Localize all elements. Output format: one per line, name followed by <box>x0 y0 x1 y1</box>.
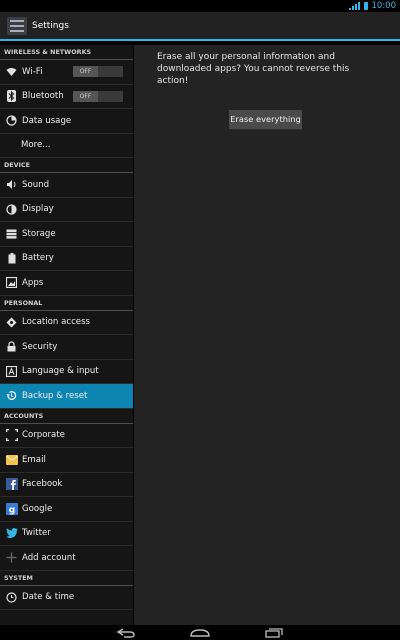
settings-item-bluetooth[interactable]: Bluetooth OFF <box>0 85 133 109</box>
speaker-icon <box>5 178 18 191</box>
settings-item-label: Backup & reset <box>22 390 88 401</box>
clock-icon <box>5 591 18 604</box>
corporate-icon <box>5 429 18 442</box>
data-usage-icon <box>5 114 18 127</box>
settings-item-label: Corporate <box>22 430 65 441</box>
battery-status-icon <box>363 2 368 10</box>
settings-item-apps[interactable]: Apps <box>0 271 133 296</box>
settings-item-label: Security <box>22 341 58 352</box>
settings-item-sound[interactable]: Sound <box>0 173 133 198</box>
battery-icon <box>5 252 18 265</box>
settings-item-label: Twitter <box>22 528 51 539</box>
wifi-icon <box>5 65 18 78</box>
settings-item-label: Display <box>22 204 54 215</box>
recent-apps-icon[interactable] <box>265 627 283 638</box>
settings-item-date-time[interactable]: Date & time <box>0 586 133 610</box>
settings-item-email[interactable]: Email <box>0 448 133 473</box>
clock: 10:00 <box>371 1 397 11</box>
settings-item-label: Date & time <box>22 592 75 603</box>
google-icon: g <box>5 502 18 515</box>
toggle-state-label: OFF <box>73 90 98 102</box>
email-icon <box>5 453 18 466</box>
settings-item-label: Google <box>22 503 53 514</box>
navigation-bar <box>0 625 400 640</box>
settings-item-google[interactable]: g Google <box>0 497 133 522</box>
settings-item-label: Sound <box>22 179 50 190</box>
settings-item-twitter[interactable]: Twitter <box>0 522 133 546</box>
settings-item-backup-reset[interactable]: Backup & reset <box>0 384 133 409</box>
settings-item-label: Apps <box>22 277 44 288</box>
wi-fi-toggle[interactable]: OFF <box>73 66 123 78</box>
home-icon[interactable] <box>190 628 210 638</box>
backup-icon <box>5 389 18 402</box>
settings-item-label: Storage <box>22 228 56 239</box>
section-header: ACCOUNTS <box>0 409 133 424</box>
display-icon <box>5 203 18 216</box>
facebook-icon <box>5 478 18 491</box>
bluetooth-icon <box>5 90 18 103</box>
location-icon <box>5 316 18 329</box>
settings-item-label: More... <box>21 140 51 151</box>
lock-icon <box>5 340 18 353</box>
settings-app-icon[interactable] <box>7 16 27 35</box>
settings-item-label: Location access <box>22 317 91 328</box>
settings-item-label: Data usage <box>22 115 72 126</box>
settings-item-add-account[interactable]: Add account <box>0 546 133 571</box>
bluetooth-toggle[interactable]: OFF <box>73 90 123 102</box>
backup-reset-panel: Erase all your personal information and … <box>134 45 400 625</box>
signal-icon <box>348 2 360 10</box>
back-icon[interactable] <box>117 627 135 638</box>
settings-item-wi-fi[interactable]: Wi-Fi OFF <box>0 60 133 85</box>
settings-item-label: Email <box>22 454 46 465</box>
settings-item-language-input[interactable]: Language & input <box>0 360 133 384</box>
settings-item-facebook[interactable]: Facebook <box>0 473 133 497</box>
settings-item-battery[interactable]: Battery <box>0 247 133 271</box>
settings-item-label: Add account <box>22 552 76 563</box>
settings-item-display[interactable]: Display <box>0 198 133 222</box>
settings-item-label: Language & input <box>22 366 99 377</box>
settings-item-label: Facebook <box>22 479 63 490</box>
section-header: DEVICE <box>0 158 133 173</box>
section-header: PERSONAL <box>0 296 133 311</box>
toggle-state-label: OFF <box>73 66 98 78</box>
section-header: WIRELESS & NETWORKS <box>0 45 133 60</box>
settings-item-location-access[interactable]: Location access <box>0 311 133 335</box>
status-bar: 10:00 <box>0 0 400 12</box>
settings-item-security[interactable]: Security <box>0 335 133 360</box>
settings-item-label: Bluetooth <box>22 91 64 102</box>
page-title: Settings <box>32 20 69 31</box>
language-icon <box>5 365 18 378</box>
settings-item-storage[interactable]: Storage <box>0 222 133 247</box>
section-header: SYSTEM <box>0 571 133 586</box>
erase-everything-button[interactable]: Erase everything <box>229 110 302 130</box>
settings-item-more[interactable]: More... <box>0 134 133 158</box>
settings-item-corporate[interactable]: Corporate <box>0 424 133 448</box>
erase-warning-text: Erase all your personal information and … <box>157 52 350 86</box>
plus-icon <box>5 551 18 564</box>
settings-list[interactable]: WIRELESS & NETWORKS Wi-Fi OFF Bluetooth OFF D… <box>0 45 133 625</box>
svg-text:g: g <box>8 505 14 515</box>
settings-item-label: Wi-Fi <box>22 66 43 77</box>
apps-icon <box>5 276 18 289</box>
action-bar: Settings <box>0 12 400 41</box>
storage-icon <box>5 227 18 240</box>
twitter-icon <box>5 527 18 540</box>
settings-item-data-usage[interactable]: Data usage <box>0 109 133 134</box>
settings-item-label: Battery <box>22 253 54 264</box>
